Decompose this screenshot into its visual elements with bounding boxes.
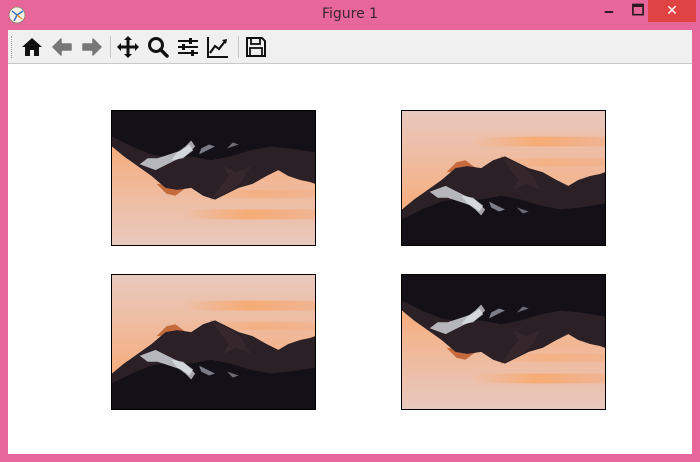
subplot-bottom-left[interactable] — [111, 274, 316, 410]
figure-canvas[interactable] — [8, 64, 692, 454]
toolbar-grip — [11, 36, 14, 58]
close-button[interactable]: ✕ — [648, 0, 696, 22]
title-bar[interactable]: Figure 1 🗕 🗖 ✕ — [0, 0, 700, 30]
subplot-image — [402, 111, 605, 245]
toolbar-separator — [238, 36, 239, 58]
subplot-top-right[interactable] — [401, 110, 606, 246]
maximize-button[interactable]: 🗖 — [628, 0, 648, 22]
toolbar-separator — [110, 36, 111, 58]
navigation-toolbar — [8, 30, 692, 64]
save-floppy-icon[interactable] — [244, 35, 268, 59]
minimize-button[interactable]: 🗕 — [590, 0, 628, 22]
edit-axes-icon[interactable] — [206, 35, 230, 59]
subplot-image-flipped — [112, 111, 315, 245]
home-icon[interactable] — [20, 35, 44, 59]
forward-arrow-icon[interactable] — [80, 35, 104, 59]
subplot-image-flipped — [402, 275, 605, 409]
zoom-magnifier-icon[interactable] — [146, 35, 170, 59]
configure-subplots-icon[interactable] — [176, 35, 200, 59]
subplot-image — [112, 275, 315, 409]
pan-move-icon[interactable] — [116, 35, 140, 59]
back-arrow-icon[interactable] — [50, 35, 74, 59]
subplot-bottom-right[interactable] — [401, 274, 606, 410]
subplot-top-left[interactable] — [111, 110, 316, 246]
figure-window: Figure 1 🗕 🗖 ✕ — [0, 0, 700, 462]
